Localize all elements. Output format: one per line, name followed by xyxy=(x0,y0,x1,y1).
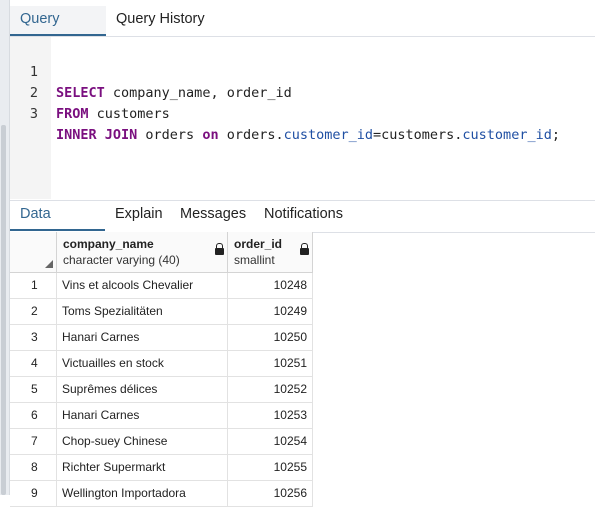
tab-query-editor[interactable]: Query Editor xyxy=(10,6,106,54)
table-row[interactable]: 6 Hanari Carnes 10253 xyxy=(10,403,313,429)
code-text: INNER JOIN orders on orders.customer_id=… xyxy=(56,127,560,143)
order-id-cell[interactable]: 10250 xyxy=(228,325,313,350)
tab-notifications[interactable]: Notifications xyxy=(254,201,353,231)
row-number[interactable]: 2 xyxy=(10,299,57,324)
code-line: 3 INNER JOIN orders on orders.customer_i… xyxy=(10,83,595,143)
company-name-cell[interactable]: Victuailles en stock xyxy=(57,351,228,376)
company-name-cell[interactable]: Hanari Carnes xyxy=(57,403,228,428)
company-name-cell[interactable]: Toms Spezialitäten xyxy=(57,299,228,324)
row-number[interactable]: 4 xyxy=(10,351,57,376)
column-header-order-id[interactable]: order_id smallint xyxy=(228,232,313,272)
editor-tab-bar: Query Editor Query History xyxy=(10,6,595,54)
order-id-cell[interactable]: 10252 xyxy=(228,377,313,402)
code-line: 2 FROM customers xyxy=(10,62,595,122)
select-all-corner-icon xyxy=(45,260,53,268)
row-number[interactable]: 9 xyxy=(10,481,57,506)
sql-editor[interactable]: 1 SELECT company_name, order_id 2 FROM c… xyxy=(10,37,595,199)
row-number[interactable]: 7 xyxy=(10,429,57,454)
row-number[interactable]: 3 xyxy=(10,325,57,350)
table-row[interactable]: 3 Hanari Carnes 10250 xyxy=(10,325,313,351)
tab-messages[interactable]: Messages xyxy=(170,201,256,231)
row-number[interactable]: 8 xyxy=(10,455,57,480)
tab-query-history[interactable]: Query History xyxy=(106,6,215,36)
left-panel-strip xyxy=(0,0,10,495)
row-number[interactable]: 5 xyxy=(10,377,57,402)
order-id-cell[interactable]: 10248 xyxy=(228,273,313,298)
line-number: 3 xyxy=(29,106,38,122)
company-name-cell[interactable]: Hanari Carnes xyxy=(57,325,228,350)
code-line: 1 SELECT company_name, order_id xyxy=(10,41,595,101)
code-text: FROM customers xyxy=(56,106,170,122)
company-name-cell[interactable]: Chop-suey Chinese xyxy=(57,429,228,454)
row-number-header[interactable] xyxy=(10,232,57,272)
column-type: character varying (40) xyxy=(63,253,180,267)
table-row[interactable]: 7 Chop-suey Chinese 10254 xyxy=(10,429,313,455)
output-tab-bar: Data Output Explain Messages Notificatio… xyxy=(10,200,595,249)
tab-data-output[interactable]: Data Output xyxy=(10,201,105,249)
company-name-cell[interactable]: Vins et alcools Chevalier xyxy=(57,273,228,298)
column-name: company_name xyxy=(63,237,154,251)
column-name: order_id xyxy=(234,237,283,251)
order-id-cell[interactable]: 10254 xyxy=(228,429,313,454)
table-row[interactable]: 4 Victuailles en stock 10251 xyxy=(10,351,313,377)
table-row[interactable]: 1 Vins et alcools Chevalier 10248 xyxy=(10,273,313,299)
order-id-cell[interactable]: 10253 xyxy=(228,403,313,428)
company-name-cell[interactable]: Wellington Importadora xyxy=(57,481,228,506)
table-row[interactable]: 5 Suprêmes délices 10252 xyxy=(10,377,313,403)
lock-icon xyxy=(300,243,309,255)
order-id-cell[interactable]: 10256 xyxy=(228,481,313,506)
table-row[interactable]: 2 Toms Spezialitäten 10249 xyxy=(10,299,313,325)
left-panel-scrollbar-thumb[interactable] xyxy=(1,125,6,495)
column-type: smallint xyxy=(234,253,275,267)
order-id-cell[interactable]: 10255 xyxy=(228,455,313,480)
company-name-cell[interactable]: Suprêmes délices xyxy=(57,377,228,402)
table-row[interactable]: 8 Richter Supermarkt 10255 xyxy=(10,455,313,481)
grid-header: company_name character varying (40) orde… xyxy=(10,232,313,273)
company-name-cell[interactable]: Richter Supermarkt xyxy=(57,455,228,480)
data-output-grid: company_name character varying (40) orde… xyxy=(10,232,313,507)
table-row[interactable]: 9 Wellington Importadora 10256 xyxy=(10,481,313,507)
query-tool-panel: Query Editor Query History 1 SELECT comp… xyxy=(10,0,595,507)
tab-explain[interactable]: Explain xyxy=(105,201,173,231)
row-number[interactable]: 1 xyxy=(10,273,57,298)
column-header-company-name[interactable]: company_name character varying (40) xyxy=(57,232,228,272)
lock-icon xyxy=(215,243,224,255)
order-id-cell[interactable]: 10249 xyxy=(228,299,313,324)
order-id-cell[interactable]: 10251 xyxy=(228,351,313,376)
row-number[interactable]: 6 xyxy=(10,403,57,428)
